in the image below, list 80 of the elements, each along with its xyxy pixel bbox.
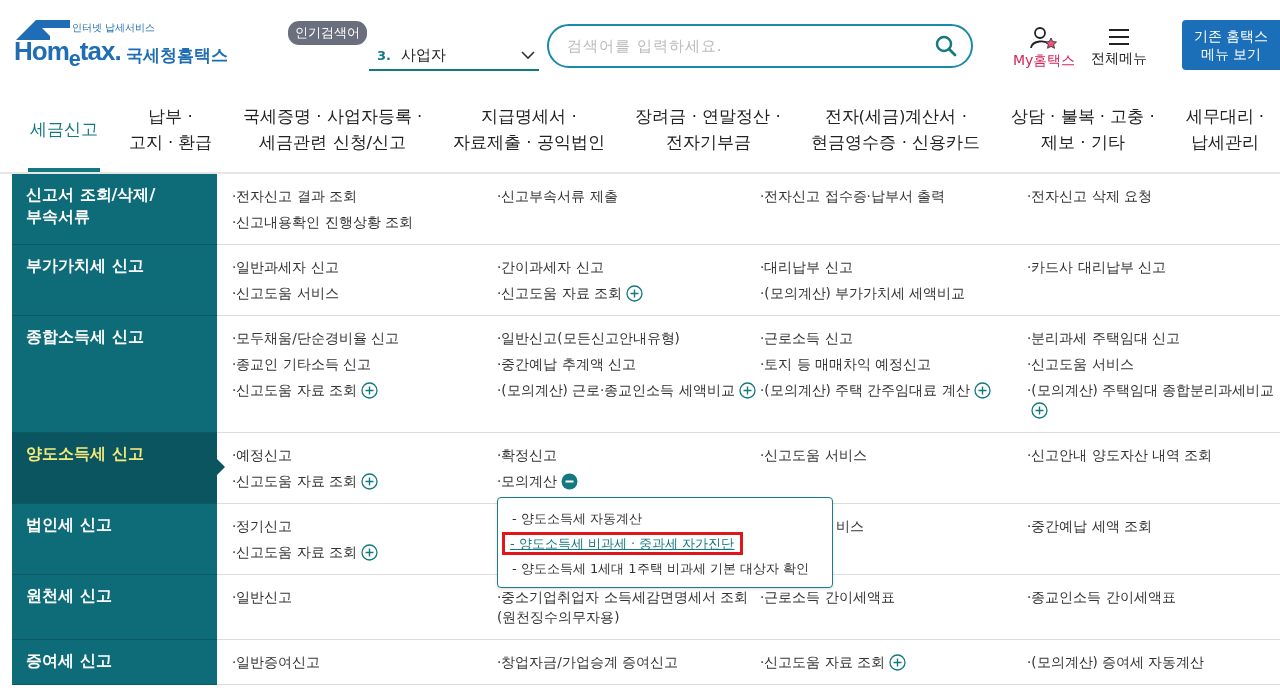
menu-link[interactable]: ·신고도움 자료 조회 [232, 471, 357, 491]
menu-link[interactable]: ·중간예납 세액 조회 [1027, 516, 1152, 536]
user-star-icon [1030, 26, 1059, 50]
menu-link[interactable]: ·중간예납 추계액 신고 [497, 354, 636, 374]
minus-icon[interactable] [561, 473, 579, 490]
logo-tagline: 인터넷 납세서비스 [72, 21, 156, 35]
menu-link[interactable]: ·모의계산 [497, 471, 558, 491]
section-heading[interactable]: 종합소득세 신고 [12, 316, 217, 433]
menu-link[interactable]: ·(모의계산) 근로·종교인소득 세액비교 [497, 380, 735, 400]
menu-link[interactable]: ·토지 등 매매차익 예정신고 [760, 354, 932, 374]
popular-search-dropdown[interactable]: 3. 사업자 [369, 41, 539, 71]
menu-link[interactable]: ·일반과세자 신고 [232, 257, 339, 277]
nav-tab[interactable]: 장려금 · 연말정산 · 전자기부금 [633, 92, 783, 172]
menu-link[interactable]: ·정기신고 [232, 516, 293, 536]
search-icon[interactable] [935, 35, 957, 57]
menu-link[interactable]: ·카드사 대리납부 신고 [1027, 257, 1166, 277]
plus-icon[interactable] [738, 382, 756, 399]
plus-icon[interactable] [973, 382, 991, 399]
popular-search-badge: 인기검색어 [288, 21, 367, 45]
menu-link[interactable]: ·(모의계산) 주택 간주임대료 계산 [760, 380, 970, 400]
plus-icon[interactable] [625, 285, 643, 302]
menu-link[interactable]: ·신고부속서류 제출 [497, 186, 618, 206]
menu-link[interactable]: ·창업자금/가업승계 증여신고 [497, 652, 679, 672]
menu-link[interactable]: ·분리과세 주택임대 신고 [1027, 328, 1180, 348]
menu-link[interactable]: ·확정신고 [497, 445, 558, 465]
my-hometax-link[interactable]: My홈택스 [1013, 26, 1076, 70]
menu-link[interactable]: ·신고도움 서비스 [232, 283, 339, 303]
menu-icon [1108, 28, 1131, 46]
nav-tab[interactable]: 세무대리 · 납세관리 [1183, 92, 1266, 172]
menu-link[interactable]: ·대리납부 신고 [760, 257, 853, 277]
caret-icon [521, 50, 535, 60]
menu-link[interactable]: ·(모의계산) 주택임대 종합분리과세비교 [1027, 380, 1275, 400]
plus-icon[interactable] [360, 382, 378, 399]
menu-link[interactable]: ·중소기업취업자 소득세감면명세서 조회 (원천징수의무자용) [497, 587, 748, 627]
section-heading[interactable]: 원천세 신고 [12, 575, 217, 640]
menu-link[interactable]: ·(모의계산) 부가가치세 세액비교 [760, 283, 966, 303]
section-heading[interactable]: 법인세 신고 [12, 504, 217, 575]
logo-name[interactable]: 국세청홈택스 [126, 44, 228, 67]
plus-icon[interactable] [1031, 402, 1048, 419]
menu-link[interactable]: ·전자신고 접수증·납부서 출력 [760, 186, 946, 206]
menu-link[interactable]: ·신고내용확인 진행상황 조회 [232, 212, 413, 232]
menu-link[interactable]: ·신고안내 양도자산 내역 조회 [1027, 445, 1213, 465]
menu-link[interactable]: ·일반신고 [232, 587, 293, 607]
full-menu-link[interactable]: 전체메뉴 [1091, 28, 1148, 68]
menu-link[interactable]: ·일반증여신고 [232, 652, 321, 672]
menu-link[interactable]: ·(모의계산) 증여세 자동계산 [1027, 652, 1205, 672]
menu-link[interactable]: 비스 [836, 516, 864, 536]
menu-link[interactable]: ·근로소득 신고 [760, 328, 853, 348]
menu-link[interactable]: ·신고도움 자료 조회 [232, 380, 357, 400]
menu-link[interactable]: ·전자신고 삭제 요청 [1027, 186, 1152, 206]
nav-tab[interactable]: 납부 · 고지 · 환급 [126, 92, 215, 172]
pointer-icon [217, 459, 225, 475]
submenu-link[interactable]: - 양도소득세 1세대 1주택 비과세 기본 대상자 확인 [512, 561, 810, 576]
menu-link[interactable]: ·신고도움 자료 조회 [497, 283, 622, 303]
menu-link[interactable]: ·일반신고(모든신고안내유형) [497, 328, 680, 348]
menu-link[interactable]: ·근로소득 간이세액표 [760, 587, 895, 607]
logo-wordmark[interactable]: Hom$_{e}$tax. [14, 36, 121, 73]
nav-tab[interactable]: 국세증명 · 사업자등록 · 세금관련 신청/신고 [241, 92, 425, 172]
menu-link[interactable]: ·신고도움 서비스 [760, 445, 867, 465]
plus-icon[interactable] [888, 654, 906, 671]
section-heading[interactable]: 증여세 신고 [12, 640, 217, 685]
plus-icon[interactable] [360, 473, 378, 490]
menu-link[interactable]: ·모두채움/단순경비율 신고 [232, 328, 400, 348]
nav-tab[interactable]: 지급명세서 · 자료제출 · 공익법인 [451, 92, 607, 172]
menu-link[interactable]: ·간이과세자 신고 [497, 257, 604, 277]
menu-link[interactable]: ·신고도움 자료 조회 [232, 542, 357, 562]
nav-tab[interactable]: 상담 · 불복 · 고충 · 제보 · 기타 [1008, 92, 1157, 172]
menu-link[interactable]: ·신고도움 서비스 [1027, 354, 1134, 374]
section-heading[interactable]: 신고서 조회/삭제/ 부속서류 [12, 174, 217, 245]
legacy-menu-button[interactable]: 기존 홈택스 메뉴 보기 [1182, 20, 1280, 70]
nav-tab[interactable]: 전자(세금)계산서 · 현금영수증 · 신용카드 [809, 92, 983, 172]
submenu-link[interactable]: - 양도소득세 자동계산 [512, 511, 642, 526]
menu-link[interactable]: ·신고도움 자료 조회 [760, 652, 885, 672]
menu-link[interactable]: ·예정신고 [232, 445, 293, 465]
section-heading[interactable]: 부가가치세 신고 [12, 245, 217, 316]
menu-link[interactable]: ·종교인소득 간이세액표 [1027, 587, 1176, 607]
search-field[interactable]: 검색어를 입력하세요. [547, 24, 973, 68]
plus-icon[interactable] [360, 544, 378, 561]
menu-link[interactable]: ·전자신고 결과 조회 [232, 186, 357, 206]
menu-link[interactable]: ·종교인 기타소득 신고 [232, 354, 371, 374]
